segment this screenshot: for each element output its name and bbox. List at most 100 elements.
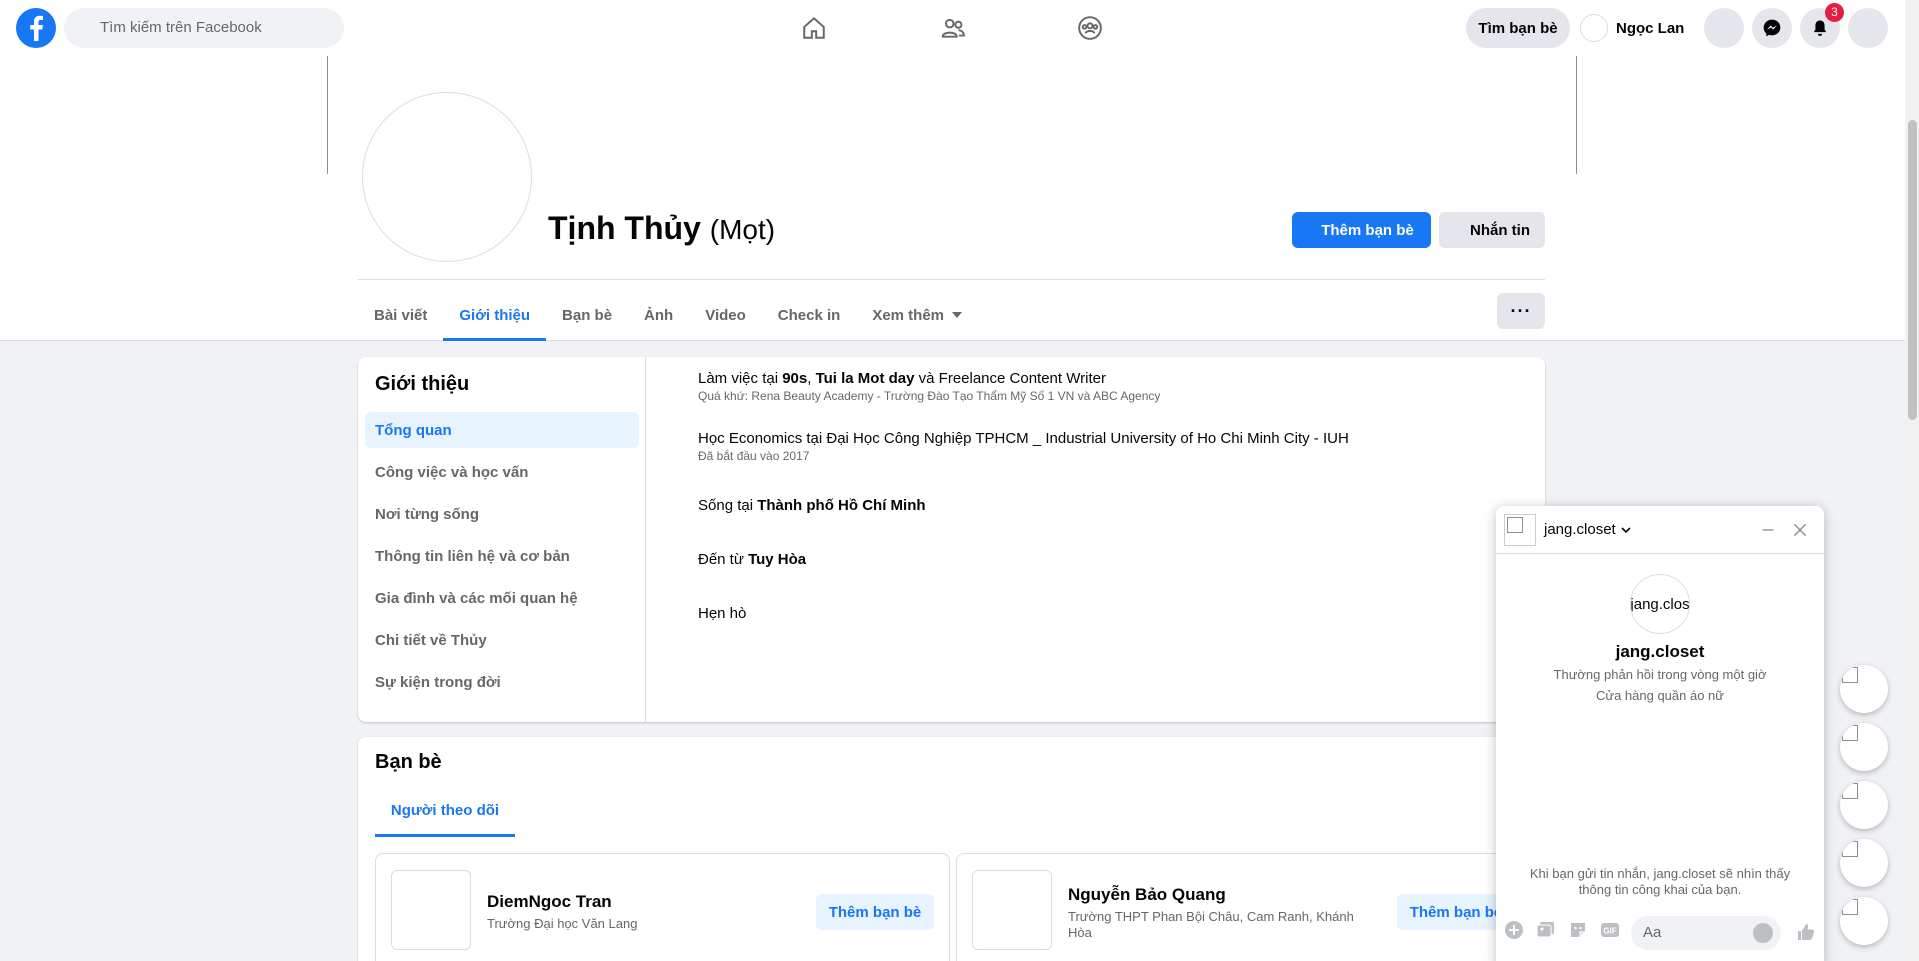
notifications-button[interactable]: 3 [1800,3,1844,48]
chat-avatar[interactable] [1504,514,1536,546]
message-button[interactable]: Nhắn tin [1439,212,1545,248]
tab-more-label: Xem thêm [872,306,945,324]
profile-name-text: Tịnh Thủy [548,210,701,246]
sticker-icon[interactable] [1568,920,1588,940]
tab-friends[interactable]: Bạn bè [546,290,628,340]
chevron-down-icon [1621,526,1631,533]
friends-icon[interactable] [935,10,971,46]
new-message-bubble[interactable] [1840,897,1888,945]
about-menu-work-education[interactable]: Công việc và học vấn [365,454,639,490]
lives-info: Sống tại Thành phố Hồ Chí Minh [698,497,926,514]
chat-head-bubble[interactable] [1840,839,1888,887]
work-past: Quá khứ: Rena Beauty Academy - Trường Đà… [698,389,1161,403]
search-input[interactable]: Tìm kiếm trên Facebook [64,8,344,48]
chat-message-input[interactable]: Aa [1631,916,1781,950]
facebook-logo-icon[interactable] [16,8,56,48]
friend-card: DiemNgoc Tran Trường Đại học Văn Lang Th… [375,853,950,961]
minimize-icon[interactable] [1758,520,1778,540]
header-divider [358,279,1545,280]
work-place-link[interactable]: 90s [782,370,807,387]
about-sidebar: Giới thiệu Tổng quan Công việc và học vấ… [358,357,646,722]
about-menu-overview[interactable]: Tổng quan [365,412,639,448]
profile-name: Tịnh Thủy (Mọt) [548,210,775,247]
find-friends-button[interactable]: Tìm bạn bè [1466,8,1570,48]
friend-name[interactable]: Nguyễn Bảo Quang [1068,885,1226,905]
emoji-icon[interactable] [1753,923,1773,943]
friend-avatar[interactable] [391,870,471,950]
svg-text:GIF: GIF [1603,927,1616,936]
friend-subtitle: Trường Đại học Văn Lang [487,916,638,931]
chat-page-avatar[interactable]: jang.clos [1630,574,1690,634]
chat-page-name: jang.closet [1615,642,1705,661]
photo-icon[interactable] [1536,920,1556,940]
about-menu-contact-info[interactable]: Thông tin liên hệ và cơ bản [365,538,639,574]
current-city-link[interactable]: Thành phố Hồ Chí Minh [757,497,925,514]
groups-icon[interactable] [1072,10,1108,46]
plus-circle-icon[interactable] [1504,920,1524,940]
work-info: Làm việc tại 90s, Tui la Mot day và Free… [698,370,1160,403]
about-menu: Tổng quan Công việc và học vấn Nơi từng … [365,412,639,706]
caret-down-icon [952,312,963,318]
profile-picture[interactable] [362,92,532,262]
tab-photos[interactable]: Ảnh [628,290,689,340]
chat-response-time: Thường phản hồi trong vòng một giờ [1553,667,1767,682]
page-scrollbar[interactable] [1905,0,1919,961]
about-menu-life-events[interactable]: Sự kiện trong đời [365,664,639,700]
chat-privacy-notice: Khi bạn gửi tin nhắn, jang.closet sẽ nhì… [1529,866,1791,897]
education-line: Học Economics tại Đại Học Công Nghiệp TP… [698,430,1349,447]
about-menu-places-lived[interactable]: Nơi từng sống [365,496,639,532]
about-card: Giới thiệu Tổng quan Công việc và học vấ… [358,357,1545,722]
add-friend-button[interactable]: Thêm bạn bè [816,894,934,930]
home-icon[interactable] [796,10,832,46]
education-since: Đã bắt đầu vào 2017 [698,449,810,463]
user-name: Ngọc Lan [1616,19,1685,37]
more-options-button[interactable]: ··· [1497,293,1545,329]
hometown-link[interactable]: Tuy Hòa [748,551,806,568]
add-friend-button[interactable]: Thêm bạn bè [1292,212,1431,248]
tab-posts[interactable]: Bài viết [358,290,443,340]
education-info: Học Economics tại Đại Học Công Nghiệp TP… [698,430,1349,463]
scrollbar-thumb[interactable] [1908,120,1917,420]
account-button[interactable] [1848,8,1888,48]
cover-photo-edge [327,56,328,174]
chat-title-text: jang.closet [1544,521,1616,538]
menu-button[interactable] [1704,8,1744,48]
tab-videos[interactable]: Video [689,290,762,340]
notification-count-badge: 3 [1825,3,1844,22]
messenger-icon [1763,19,1781,37]
top-navigation-bar: Tìm kiếm trên Facebook Tìm bạn bè Ngọc L… [0,0,1905,56]
lives-line: Sống tại Thành phố Hồ Chí Minh [698,497,926,514]
about-menu-details[interactable]: Chi tiết về Thủy [365,622,639,658]
chat-input-placeholder: Aa [1643,924,1662,941]
friends-card: Bạn bè Người theo dõi DiemNgoc Tran Trườ… [358,737,1545,961]
chat-title[interactable]: jang.closet [1544,521,1632,538]
friends-title: Bạn bè [375,751,442,773]
tab-followers[interactable]: Người theo dõi [375,786,515,837]
profile-tabs: Bài viết Giới thiệu Bạn bè Ảnh Video Che… [358,290,978,341]
messenger-button[interactable] [1752,8,1792,48]
tab-check-in[interactable]: Check in [762,290,857,340]
tab-more[interactable]: Xem thêm [856,290,978,340]
work-line: Làm việc tại 90s, Tui la Mot day và Free… [698,370,1106,387]
chat-head-bubble[interactable] [1840,781,1888,829]
relationship-line: Hẹn hò [698,605,747,622]
profile-nickname: (Mọt) [709,214,776,245]
profile-shortcut[interactable]: Ngọc Lan [1580,8,1684,48]
avatar [1580,14,1608,42]
tab-about[interactable]: Giới thiệu [443,290,546,341]
chat-composer: GIF Aa [1496,910,1824,950]
friend-avatar[interactable] [972,870,1052,950]
work-place-link[interactable]: Tui la Mot day [816,370,915,387]
thumbs-up-icon[interactable] [1796,922,1816,942]
gif-icon[interactable]: GIF [1600,920,1620,940]
chat-header: jang.closet [1496,506,1824,554]
chat-head-bubble[interactable] [1840,723,1888,771]
friend-name[interactable]: DiemNgoc Tran [487,892,612,912]
about-title: Giới thiệu [375,373,470,395]
close-icon[interactable] [1790,520,1810,540]
about-menu-family-relationships[interactable]: Gia đình và các mối quan hệ [365,580,639,616]
friend-card: Nguyễn Bảo Quang Trường THPT Phan Bội Ch… [956,853,1531,961]
chat-head-bubble[interactable] [1840,665,1888,713]
cover-photo-edge [1576,56,1577,174]
from-line: Đến từ Tuy Hòa [698,551,807,568]
